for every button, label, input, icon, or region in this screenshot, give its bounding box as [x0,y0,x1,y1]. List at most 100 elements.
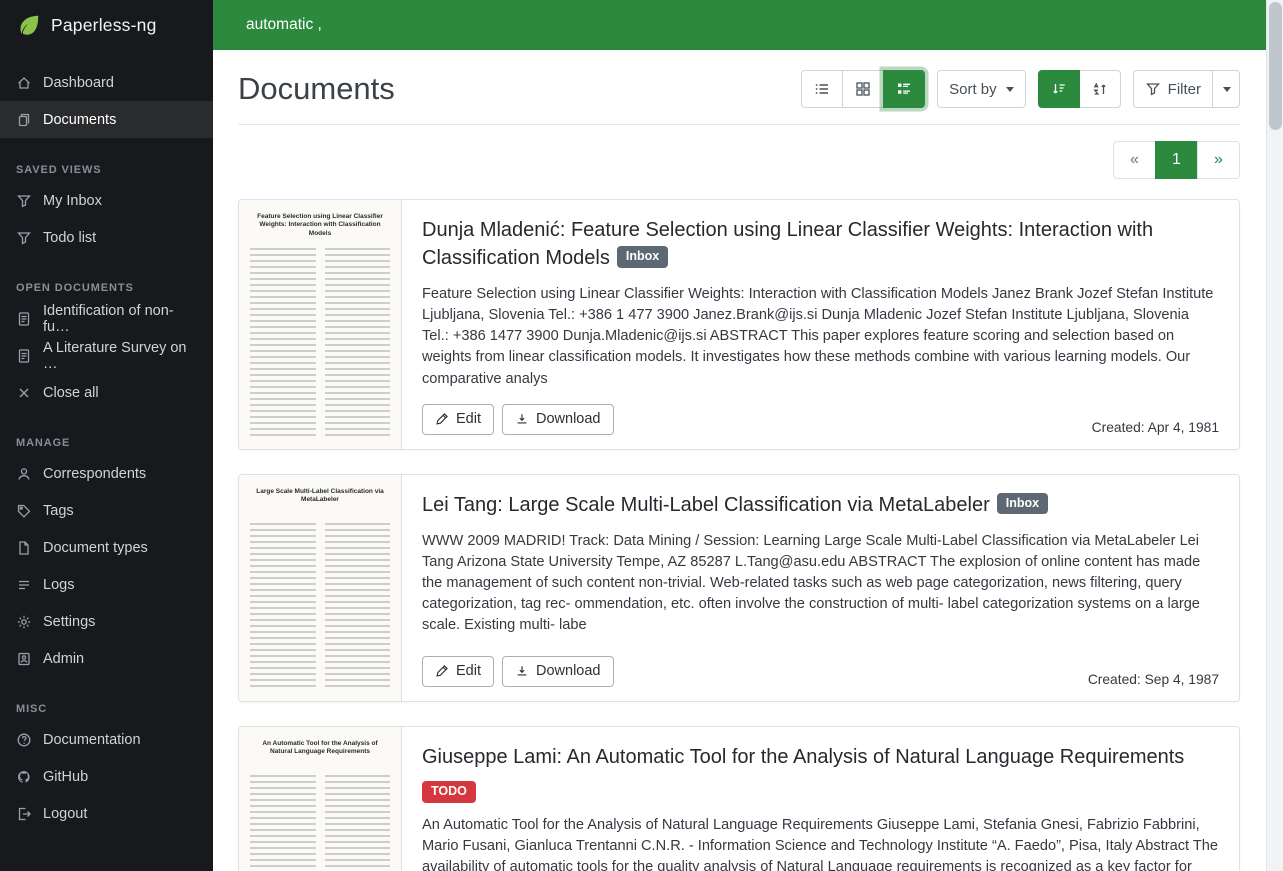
sidebar-item-todo-list[interactable]: Todo list [0,219,213,256]
scrollbar-thumb[interactable] [1269,2,1282,130]
sort-direction-group [1038,70,1121,108]
sidebar-item-label: Correspondents [43,466,146,482]
sidebar-item-close-all[interactable]: Close all [0,374,213,411]
pagination-page-1[interactable]: 1 [1155,141,1198,179]
filter-split-button: Filter [1133,70,1240,108]
file-text-icon [16,311,32,327]
sort-by-label: Sort by [949,81,997,98]
document-card-footer: Edit Download Created: Sep 4, 1987 [422,642,1219,687]
sidebar-section-title: SAVED VIEWS [0,156,213,182]
sidebar-item-label: Close all [43,385,99,401]
document-card: Feature Selection using Linear Classifie… [238,199,1240,450]
gear-icon [16,614,32,630]
view-details-button[interactable] [883,70,925,108]
sort-ascending-button[interactable] [1079,70,1121,108]
document-card-footer: Edit Download Created: Apr 4, 1981 [422,390,1219,435]
sidebar-item-dashboard[interactable]: Dashboard [0,64,213,101]
pencil-icon [435,412,449,426]
document-card: An Automatic Tool for the Analysis of Na… [238,726,1240,871]
sidebar-item-github[interactable]: GitHub [0,758,213,795]
person-icon [16,466,32,482]
sidebar-item-label: Documents [43,112,116,128]
edit-button-label: Edit [456,411,481,427]
file-text-icon [16,348,32,364]
global-search-input[interactable] [246,8,1250,42]
funnel-icon [16,230,32,246]
sidebar-item-logout[interactable]: Logout [0,795,213,832]
document-title-row: Lei Tang: Large Scale Multi-Label Classi… [422,491,1219,519]
sidebar-item-tags[interactable]: Tags [0,492,213,529]
created-date: Created: Sep 4, 1987 [1088,672,1219,687]
sort-by-dropdown[interactable]: Sort by [937,70,1026,108]
document-title[interactable]: Dunja Mladenić: Feature Selection using … [422,219,1153,269]
documents-icon [16,112,32,128]
sidebar-item-open-doc-2[interactable]: A Literature Survey on … [0,337,213,374]
edit-button[interactable]: Edit [422,404,494,435]
pagination-prev[interactable]: « [1113,141,1156,179]
filter-label: Filter [1168,81,1201,98]
pagination-next[interactable]: » [1197,141,1240,179]
main-content: Documents Sort by [213,50,1266,871]
download-button[interactable]: Download [502,404,614,435]
tag-badge-inbox[interactable]: Inbox [997,493,1048,515]
document-card-body: Giuseppe Lami: An Automatic Tool for the… [402,727,1239,871]
sidebar-item-label: Logs [43,577,74,593]
sidebar-item-label: My Inbox [43,193,102,209]
document-title-row: Dunja Mladenić: Feature Selection using … [422,216,1219,272]
brand[interactable]: Paperless-ng [0,0,213,50]
sidebar-section-title: MISC [0,695,213,721]
door-logout-icon [16,806,32,822]
window-scrollbar[interactable] [1266,0,1283,871]
funnel-icon [16,193,32,209]
sidebar-item-label: Document types [43,540,148,556]
view-grid-button[interactable] [842,70,884,108]
document-actions: Edit Download [422,404,614,435]
thumbnail-column-gutter [316,248,325,439]
github-icon [16,769,32,785]
document-thumbnail[interactable]: An Automatic Tool for the Analysis of Na… [239,727,402,871]
document-excerpt: WWW 2009 MADRID! Track: Data Mining / Se… [422,531,1219,637]
caret-down-icon [1006,87,1014,92]
sidebar-item-label: Logout [43,806,87,822]
sidebar-item-label: Documentation [43,732,141,748]
sidebar-item-logs[interactable]: Logs [0,566,213,603]
sidebar-item-label: Admin [43,651,84,667]
created-date: Created: Apr 4, 1981 [1092,420,1219,435]
download-button[interactable]: Download [502,656,614,687]
filter-button[interactable]: Filter [1133,70,1213,108]
edit-button[interactable]: Edit [422,656,494,687]
sidebar-item-document-types[interactable]: Document types [0,529,213,566]
download-button-label: Download [536,663,601,679]
sidebar-item-documents[interactable]: Documents [0,101,213,138]
sidebar-item-documentation[interactable]: Documentation [0,721,213,758]
sidebar-item-correspondents[interactable]: Correspondents [0,455,213,492]
tag-badge-todo[interactable]: TODO [422,781,476,803]
sidebar-item-label: GitHub [43,769,88,785]
sidebar-item-open-doc-1[interactable]: Identification of non-fu… [0,300,213,337]
sidebar-item-my-inbox[interactable]: My Inbox [0,182,213,219]
funnel-icon [1145,81,1161,97]
person-badge-icon [16,651,32,667]
grid-view-icon [855,81,871,97]
sidebar-section-title: MANAGE [0,429,213,455]
sidebar-item-settings[interactable]: Settings [0,603,213,640]
sort-descending-button[interactable] [1038,70,1080,108]
document-title[interactable]: Giuseppe Lami: An Automatic Tool for the… [422,746,1184,768]
pagination: « 1 » [1113,141,1240,179]
sort-up-alpha-icon [1092,81,1108,97]
list-icon [16,577,32,593]
tag-badge-inbox[interactable]: Inbox [617,246,668,268]
document-card-list: Feature Selection using Linear Classifie… [238,199,1240,871]
document-thumbnail[interactable]: Feature Selection using Linear Classifie… [239,200,402,449]
paperless-leaf-logo-icon [16,12,42,38]
filter-dropdown-toggle[interactable] [1212,70,1240,108]
page-header: Documents Sort by [238,70,1240,125]
document-title[interactable]: Lei Tang: Large Scale Multi-Label Classi… [422,494,990,516]
view-list-button[interactable] [801,70,843,108]
sidebar-item-admin[interactable]: Admin [0,640,213,677]
detail-view-icon [896,81,912,97]
document-thumbnail[interactable]: Large Scale Multi-Label Classification v… [239,475,402,701]
file-icon [16,540,32,556]
tag-icon [16,503,32,519]
download-icon [515,412,529,426]
